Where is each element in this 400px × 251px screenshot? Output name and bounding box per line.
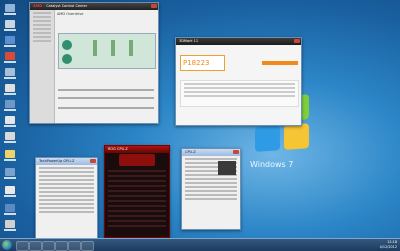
rog-titlebar[interactable]: ROG CPU-Z	[105, 146, 169, 153]
recycle-bin-icon[interactable]	[3, 20, 17, 34]
gpuz-titlebar[interactable]: TechPowerUp GPU-Z	[36, 158, 97, 165]
cpuz-window[interactable]: CPU-Z	[181, 148, 241, 230]
result-table	[180, 80, 299, 107]
rog-cpuz-window[interactable]: ROG CPU-Z	[104, 145, 170, 238]
windows-logo-text: Windows 7	[250, 160, 294, 169]
sidebar-item[interactable]	[33, 24, 51, 26]
window-title: TechPowerUp GPU-Z	[39, 159, 75, 163]
gauge-icon	[62, 40, 72, 50]
slider-track[interactable]	[58, 107, 154, 109]
shortcut-icon[interactable]	[3, 168, 17, 182]
close-button[interactable]	[294, 39, 300, 43]
close-button[interactable]	[151, 4, 157, 8]
window-title: Catalyst Control Center	[46, 4, 88, 8]
window-title: ROG CPU-Z	[108, 147, 128, 151]
shortcut-icon[interactable]	[3, 84, 17, 98]
start-button[interactable]	[2, 240, 12, 250]
catalyst-titlebar[interactable]: AMD Catalyst Control Center	[30, 3, 158, 10]
sidebar-item[interactable]	[33, 36, 51, 38]
shortcut-icon[interactable]	[3, 220, 17, 234]
shortcut-icon[interactable]	[3, 100, 17, 114]
window-title: CPU-Z	[185, 150, 196, 154]
shortcut-icon[interactable]	[3, 204, 17, 218]
orange-bar[interactable]	[262, 61, 298, 65]
overdrive-panel	[58, 33, 156, 69]
shortcut-icon[interactable]	[3, 116, 17, 130]
power-slider[interactable]	[129, 40, 133, 56]
score-box: P18223	[180, 55, 225, 71]
catalyst-control-center-window[interactable]: AMD Catalyst Control Center AMD Overdriv…	[29, 2, 159, 124]
amd-logo: AMD	[33, 4, 43, 8]
3dmark-titlebar[interactable]: 3DMark 11	[176, 38, 301, 45]
sidebar-item[interactable]	[33, 32, 51, 34]
3dmark-window[interactable]: 3DMark 11 P18223	[175, 37, 302, 126]
close-button[interactable]	[90, 159, 96, 163]
gauge-icon	[62, 54, 72, 64]
sidebar-item[interactable]	[33, 40, 51, 42]
catalyst-sidebar	[30, 10, 55, 123]
slider-track[interactable]	[58, 89, 154, 91]
sidebar-item[interactable]	[33, 20, 51, 22]
gpu-z-window[interactable]: TechPowerUp GPU-Z	[35, 157, 98, 239]
slider-track[interactable]	[58, 97, 154, 99]
sidebar-item[interactable]	[33, 28, 51, 30]
shortcut-icon[interactable]	[3, 52, 17, 66]
shortcut-icon[interactable]	[3, 36, 17, 50]
memory-slider[interactable]	[111, 40, 115, 56]
shortcut-icon[interactable]	[3, 150, 17, 164]
cpu-logo	[218, 161, 236, 175]
clock-date: 4/12/2012	[379, 244, 397, 249]
computer-icon[interactable]	[3, 4, 17, 18]
shortcut-icon[interactable]	[3, 186, 17, 200]
rog-info-panel	[108, 170, 166, 230]
section-title: AMD Overdrive	[57, 12, 84, 16]
sidebar-item[interactable]	[33, 12, 51, 14]
close-button[interactable]	[233, 150, 239, 154]
taskbar: 12:18 4/12/2012	[0, 238, 400, 251]
window-title: 3DMark 11	[179, 39, 199, 43]
score-value: P18223	[183, 59, 210, 67]
shortcut-icon[interactable]	[3, 68, 17, 82]
shortcut-icon[interactable]	[3, 132, 17, 146]
cpuz-titlebar[interactable]: CPU-Z	[182, 149, 240, 156]
sidebar-item[interactable]	[33, 16, 51, 18]
rog-logo	[119, 154, 155, 166]
taskbar-clock[interactable]: 12:18 4/12/2012	[380, 240, 397, 249]
clock-slider[interactable]	[93, 40, 97, 56]
